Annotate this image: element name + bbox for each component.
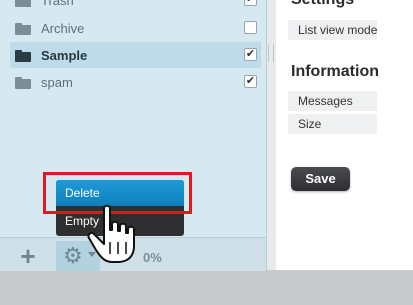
folder-label: Trash: [41, 0, 74, 8]
size-label: Size: [288, 114, 377, 134]
folder-properties-panel: Settings List view mode Information Mess…: [276, 0, 413, 270]
panel-resize-handle[interactable]: [268, 44, 274, 62]
trash-icon: [15, 0, 31, 7]
folder-label: Sample: [41, 48, 88, 63]
settings-heading: Settings: [291, 0, 354, 9]
messages-label: Messages: [288, 91, 377, 111]
folder-label: spam: [41, 75, 73, 90]
list-view-mode-label: List view mode: [288, 20, 377, 40]
folder-subscribe-checkbox[interactable]: ✔: [244, 0, 257, 6]
plus-icon: +: [20, 241, 36, 271]
folder-row-trash[interactable]: Trash ✔: [10, 0, 261, 13]
folder-icon: [15, 23, 31, 35]
folder-row-spam[interactable]: spam ✔: [10, 69, 261, 95]
information-heading: Information: [291, 63, 379, 80]
folder-row-archive[interactable]: Archive: [10, 15, 261, 41]
add-folder-button[interactable]: +: [10, 241, 46, 271]
hand-pointer-icon: [87, 204, 135, 263]
folder-subscribe-checkbox[interactable]: ✔: [244, 48, 257, 61]
folder-label: Archive: [41, 21, 85, 36]
folder-row-sample[interactable]: Sample ✔: [10, 42, 261, 68]
save-button[interactable]: Save: [291, 167, 350, 191]
folder-icon: [15, 50, 31, 62]
quota-indicator: 0%: [143, 250, 162, 265]
folder-subscribe-checkbox[interactable]: [244, 21, 257, 34]
page-background-strip: [0, 270, 413, 305]
gear-icon: ⚙: [63, 243, 83, 268]
folder-subscribe-checkbox[interactable]: ✔: [244, 75, 257, 88]
folder-icon: [15, 77, 31, 89]
